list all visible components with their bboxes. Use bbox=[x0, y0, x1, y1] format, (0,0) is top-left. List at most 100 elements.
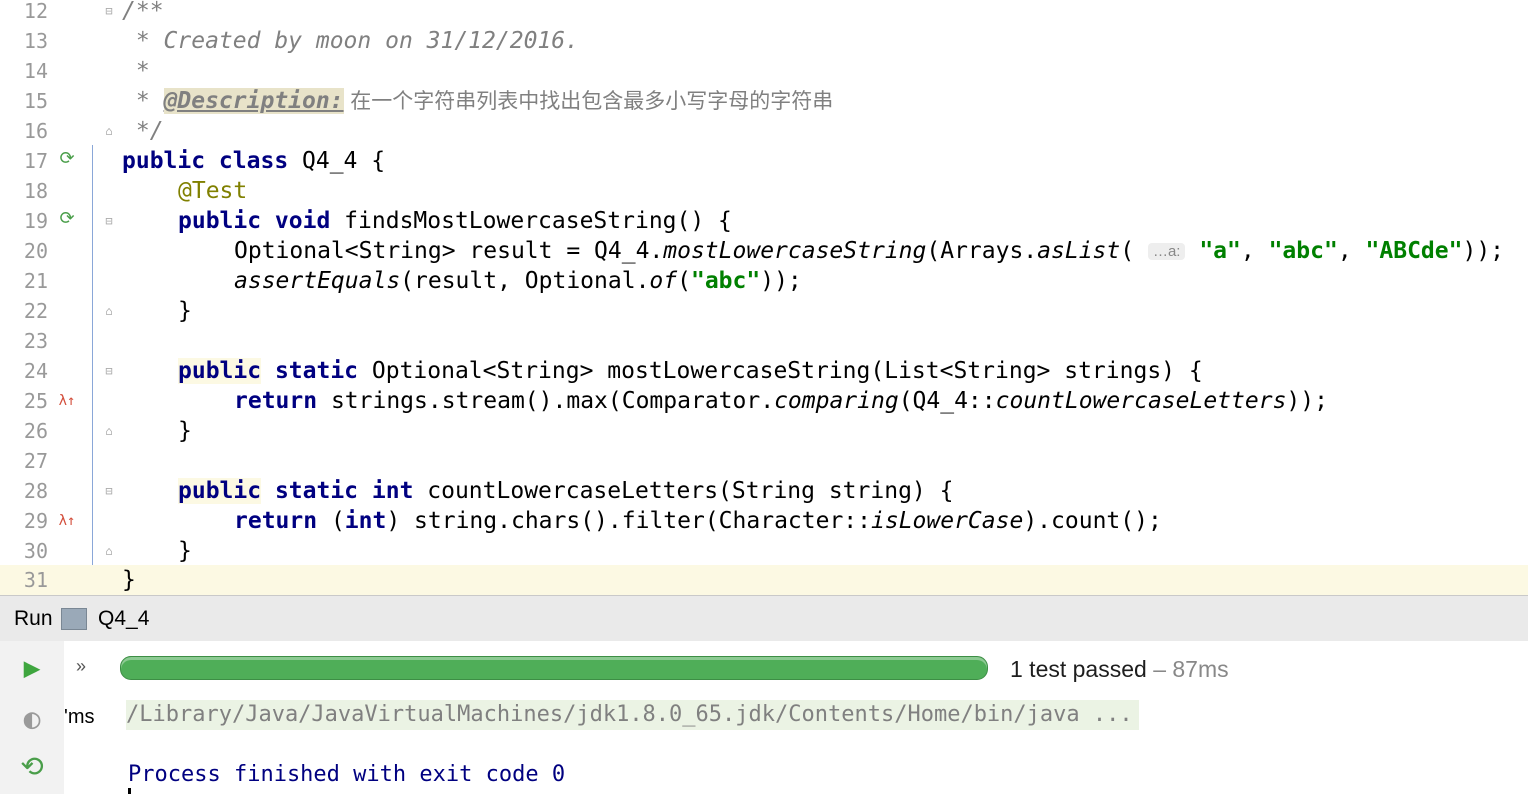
test-status-row: 1 test passed – 87ms bbox=[104, 641, 1528, 697]
keyword: public class bbox=[122, 148, 289, 174]
stop-icon[interactable]: ◐ bbox=[14, 701, 50, 737]
test-progress-bar bbox=[120, 656, 988, 680]
fold-end-icon[interactable]: ⌂ bbox=[102, 122, 116, 140]
line-number: 21 bbox=[23, 269, 48, 293]
code-fragment: ( bbox=[1120, 238, 1148, 264]
line-number: 18 bbox=[23, 179, 48, 203]
code-line: 13 * Created by moon on 31/12/2016. bbox=[0, 26, 1528, 56]
code-fragment: , bbox=[1240, 238, 1269, 264]
identifier: Optional<String> mostLowercaseString(Lis… bbox=[358, 358, 1203, 384]
annotation: @Test bbox=[178, 178, 248, 204]
code-line: 25 λ↑ return strings.stream().max(Compar… bbox=[0, 386, 1528, 416]
string-literal: "abc" bbox=[1268, 238, 1338, 264]
keyword: public bbox=[178, 358, 262, 384]
run-toolbar: ▶ ◐ ⟲ bbox=[0, 641, 65, 794]
line-number: 30 bbox=[23, 539, 48, 563]
keyword: static int bbox=[261, 478, 414, 504]
line-number: 22 bbox=[23, 299, 48, 323]
method-call: asList bbox=[1037, 238, 1121, 264]
line-number: 19 bbox=[23, 209, 48, 233]
line-number: 17 bbox=[23, 149, 48, 173]
code-text: return (int) string.chars().filter(Chara… bbox=[234, 506, 1162, 536]
run-test-icon[interactable]: ⟳ bbox=[56, 208, 78, 230]
exit-message: Process finished with exit code 0 bbox=[128, 762, 566, 787]
lambda-icon[interactable]: λ↑ bbox=[56, 510, 78, 532]
run-test-icon[interactable]: ⟳ bbox=[56, 148, 78, 170]
identifier: countLowercaseLetters(String string) { bbox=[413, 478, 954, 504]
fold-end-icon[interactable]: ⌂ bbox=[102, 422, 116, 440]
comment-text: * Created by moon on 31/12/2016. bbox=[122, 28, 579, 54]
code-editor[interactable]: 12 ⊟ /** 13 * Created by moon on 31/12/2… bbox=[0, 0, 1528, 595]
code-text: assertEquals(result, Optional.of("abc"))… bbox=[234, 266, 802, 296]
code-fragment: (Q4_4:: bbox=[898, 388, 996, 414]
keyword: public bbox=[178, 478, 262, 504]
line-number: 27 bbox=[23, 449, 48, 473]
keyword: static bbox=[261, 358, 359, 384]
code-line: 20 Optional<String> result = Q4_4.mostLo… bbox=[0, 236, 1528, 266]
code-line: 27 bbox=[0, 446, 1528, 476]
rerun-failed-icon[interactable]: ⟲ bbox=[14, 749, 50, 785]
test-status: 1 test passed – 87ms bbox=[1010, 641, 1229, 697]
code-fragment: Optional<String> result = Q4_4. bbox=[234, 238, 664, 264]
code-text: public class Q4_4 { bbox=[122, 146, 385, 176]
string-literal: "abc" bbox=[690, 268, 761, 294]
text-caret bbox=[128, 788, 131, 794]
method-call: assertEquals bbox=[234, 268, 401, 294]
line-number: 28 bbox=[23, 479, 48, 503]
line-number: 13 bbox=[23, 29, 48, 53]
line-number: 26 bbox=[23, 419, 48, 443]
code-line: 22 ⌂ } bbox=[0, 296, 1528, 326]
code-fragment: ) string.chars().filter(Character:: bbox=[386, 508, 871, 534]
line-number: 25 bbox=[23, 389, 48, 413]
test-tree-item[interactable]: 'ms bbox=[64, 706, 94, 729]
test-status-text: 1 test passed bbox=[1010, 656, 1147, 682]
code-line: 17 ⟳ public class Q4_4 { bbox=[0, 146, 1528, 176]
method-call: of bbox=[649, 268, 678, 294]
identifier: findsMostLowercaseString() { bbox=[330, 208, 732, 234]
run-panel-title: Run bbox=[14, 607, 53, 630]
code-line: 16 ⌂ */ bbox=[0, 116, 1528, 146]
code-fragment: ( bbox=[317, 508, 345, 534]
rerun-button[interactable]: ▶ bbox=[14, 650, 50, 686]
line-number: 16 bbox=[23, 119, 48, 143]
parameter-hint: …a: bbox=[1147, 242, 1186, 260]
code-line: 19 ⟳ ⊟ public void findsMostLowercaseStr… bbox=[0, 206, 1528, 236]
run-tab-q4-4[interactable]: Q4_4 bbox=[98, 596, 149, 642]
java-command-line[interactable]: /Library/Java/JavaVirtualMachines/jdk1.8… bbox=[126, 700, 1139, 730]
lambda-icon[interactable]: λ↑ bbox=[56, 390, 78, 412]
method-call: mostLowercaseString bbox=[663, 238, 927, 264]
fold-end-icon[interactable]: ⌂ bbox=[102, 542, 116, 560]
console-output[interactable]: /Library/Java/JavaVirtualMachines/jdk1.8… bbox=[104, 697, 1528, 794]
code-line: 26 ⌂ } bbox=[0, 416, 1528, 446]
identifier: Q4_4 { bbox=[288, 148, 386, 174]
fold-icon[interactable]: ⊟ bbox=[102, 362, 116, 380]
comment-text: * bbox=[122, 58, 150, 84]
code-text: } bbox=[178, 538, 192, 564]
code-fragment: , bbox=[1337, 238, 1366, 264]
method-call: comparing bbox=[774, 388, 899, 414]
code-fragment: ).count(); bbox=[1023, 508, 1162, 534]
code-line: 21 assertEquals(result, Optional.of("abc… bbox=[0, 266, 1528, 296]
code-text: public static int countLowercaseLetters(… bbox=[178, 476, 953, 506]
fold-icon[interactable]: ⊟ bbox=[102, 2, 116, 20]
fold-icon[interactable]: ⊟ bbox=[102, 482, 116, 500]
fold-icon[interactable]: ⊟ bbox=[102, 212, 116, 230]
code-text: } bbox=[178, 298, 192, 324]
line-number: 29 bbox=[23, 509, 48, 533]
line-number: 31 bbox=[23, 568, 48, 592]
code-line: 30 ⌂ } bbox=[0, 536, 1528, 566]
line-number: 23 bbox=[23, 329, 48, 353]
comment-text: */ bbox=[122, 118, 164, 144]
code-line: 12 ⊟ /** bbox=[0, 0, 1528, 26]
code-line: 28 ⊟ public static int countLowercaseLet… bbox=[0, 476, 1528, 506]
expand-icon[interactable]: » bbox=[76, 656, 86, 677]
current-line: 31 } bbox=[0, 565, 1528, 595]
keyword: return bbox=[234, 388, 318, 414]
line-number: 15 bbox=[23, 89, 48, 113]
code-line: 18 @Test bbox=[0, 176, 1528, 206]
method-reference: isLowerCase bbox=[871, 508, 1024, 534]
code-text: @Test bbox=[178, 176, 247, 206]
fold-end-icon[interactable]: ⌂ bbox=[102, 302, 116, 320]
code-text: } bbox=[178, 418, 192, 444]
run-config-icon bbox=[61, 608, 87, 630]
